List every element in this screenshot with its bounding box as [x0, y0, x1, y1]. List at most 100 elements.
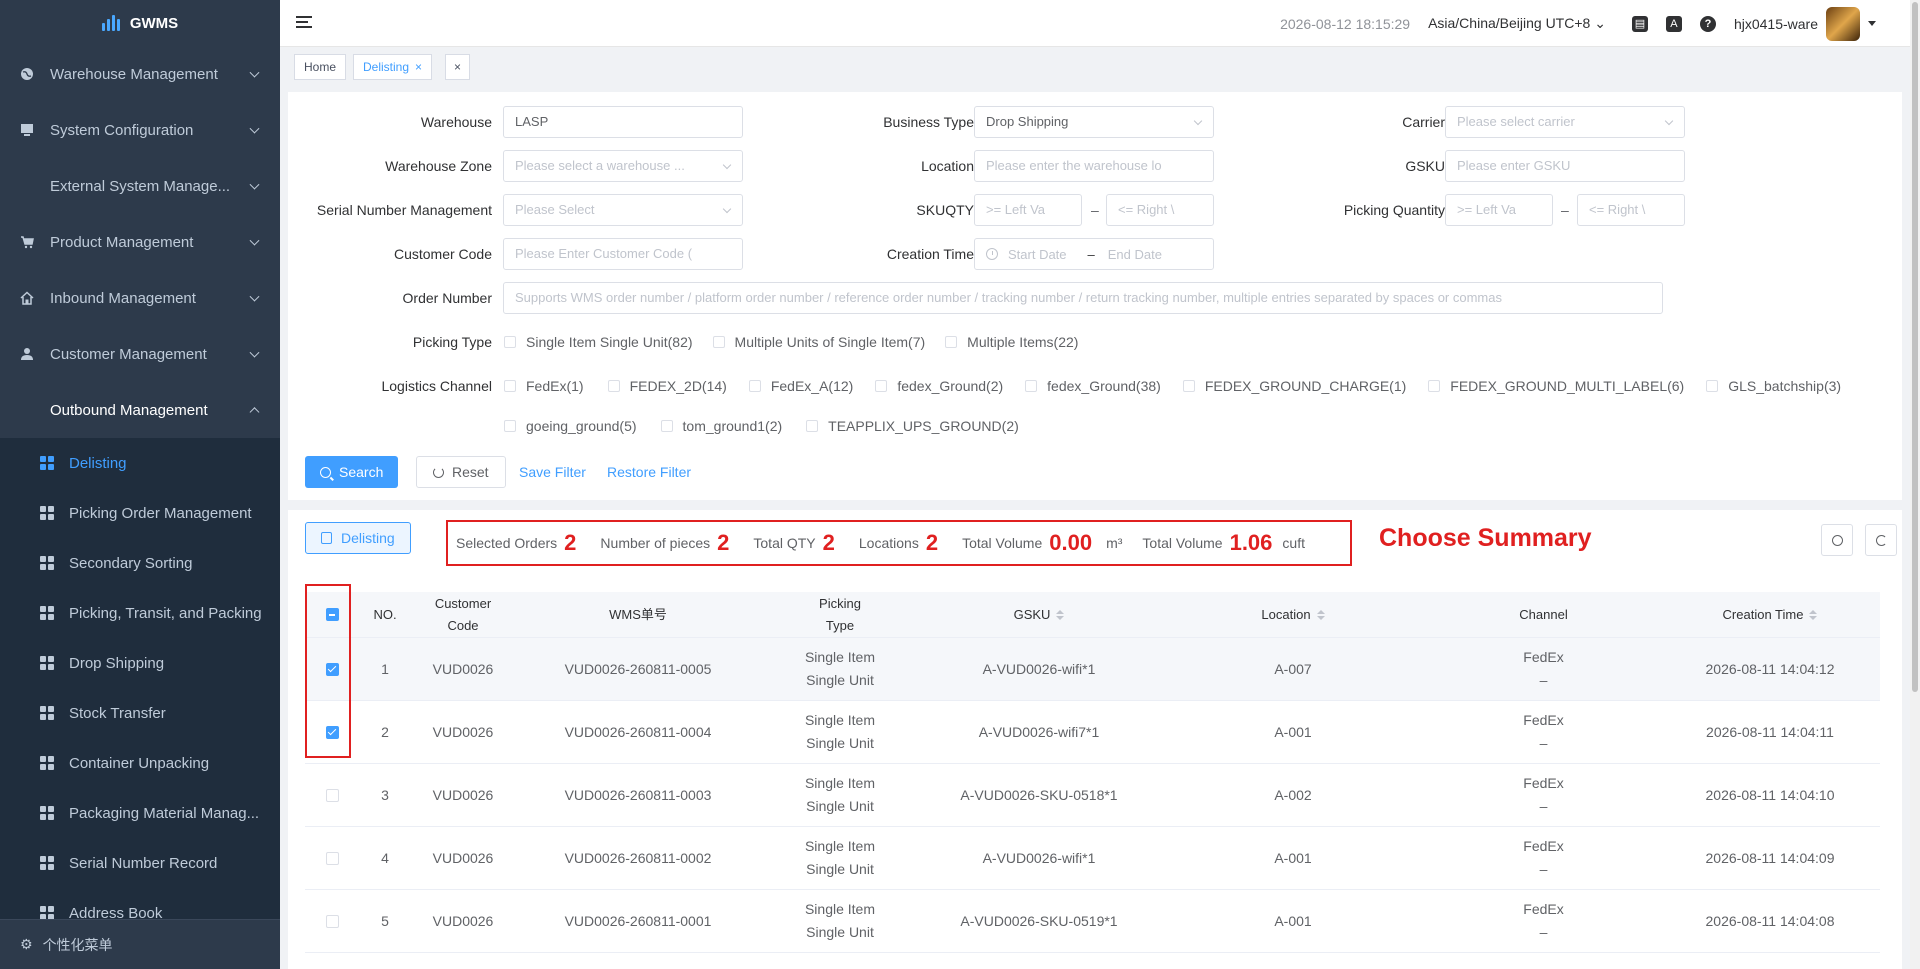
table-row[interactable]: 1 VUD0026 VUD0026-260811-0005 Single Ite…: [305, 638, 1880, 701]
row-no: 3: [381, 786, 389, 803]
sub-item-drop-shipping[interactable]: Drop Shipping: [0, 638, 280, 688]
row-checkbox[interactable]: [325, 662, 339, 676]
skuqty-max-input[interactable]: <= Right \: [1106, 194, 1214, 226]
menu-product-management[interactable]: Product Management: [0, 214, 280, 270]
table-search-button[interactable]: [1821, 524, 1853, 556]
picking-type-multi-items[interactable]: Multiple Items(22): [945, 334, 1078, 350]
customer-code-input[interactable]: Please Enter Customer Code (: [503, 238, 743, 270]
gsku-input[interactable]: Please enter GSKU: [1445, 150, 1685, 182]
chevron-down-icon: [249, 347, 260, 358]
reset-button[interactable]: Reset: [416, 456, 506, 488]
row-checkbox[interactable]: [325, 914, 339, 928]
row-customer-code: VUD0026: [432, 786, 494, 803]
table-row[interactable]: 2 VUD0026 VUD0026-260811-0004 Single Ite…: [305, 701, 1880, 764]
channel-option[interactable]: goeing_ground(5): [504, 418, 637, 434]
close-icon: ×: [454, 60, 462, 74]
sub-item-picking-order[interactable]: Picking Order Management: [0, 488, 280, 538]
channel-option[interactable]: FedEx_A(12): [748, 378, 853, 394]
col-gsku[interactable]: GSKU: [919, 592, 1159, 637]
sub-item-packaging-material[interactable]: Packaging Material Manag...: [0, 788, 280, 838]
channel-option[interactable]: FEDEX_2D(14): [607, 378, 727, 394]
business-type-select[interactable]: Drop Shipping: [974, 106, 1214, 138]
table-row[interactable]: 3 VUD0026 VUD0026-260811-0003 Single Ite…: [305, 764, 1880, 827]
range-separator: –: [1091, 202, 1099, 218]
warehouse-input[interactable]: LASP: [503, 106, 743, 138]
page-scrollbar[interactable]: [1910, 0, 1920, 969]
translate-icon[interactable]: A: [1665, 15, 1682, 32]
row-gsku: A-VUD0026-SKU-0518*1: [960, 786, 1118, 803]
sort-icon: [1809, 609, 1818, 620]
table-row[interactable]: 4 VUD0026 VUD0026-260811-0002 Single Ite…: [305, 827, 1880, 890]
select-all-checkbox[interactable]: [325, 608, 339, 621]
caret-down-icon[interactable]: [1868, 21, 1876, 26]
sub-item-serial-number-record[interactable]: Serial Number Record: [0, 838, 280, 888]
order-number-input[interactable]: Supports WMS order number / platform ord…: [503, 282, 1663, 314]
channel-option[interactable]: FEDEX_GROUND_MULTI_LABEL(6): [1428, 378, 1684, 394]
header: 2026-08-12 18:15:29 Asia/China/Beijing U…: [280, 0, 1920, 47]
logo[interactable]: GWMS: [0, 0, 280, 46]
channel-option[interactable]: fedex_Ground(2): [875, 378, 1003, 394]
help-icon[interactable]: ?: [1699, 15, 1716, 32]
apps-icon: [40, 756, 54, 770]
apps-icon: [40, 706, 54, 720]
picking-type-multi-units[interactable]: Multiple Units of Single Item(7): [712, 334, 925, 350]
personalized-menu[interactable]: ⚙ 个性化菜单: [0, 919, 280, 969]
chevron-down-icon: [1664, 116, 1674, 126]
avatar[interactable]: [1826, 6, 1860, 41]
row-channel: FedEx –: [1523, 901, 1564, 940]
menu-external-system[interactable]: External System Manage...: [0, 158, 280, 214]
carrier-select[interactable]: Please select carrier: [1445, 106, 1685, 138]
search-button[interactable]: Search: [305, 456, 399, 488]
menu-customer-management[interactable]: Customer Management: [0, 326, 280, 382]
channel-option[interactable]: FedEx(1): [504, 378, 584, 394]
menu-system-configuration[interactable]: System Configuration: [0, 102, 280, 158]
picking-qty-max-input[interactable]: <= Right \: [1577, 194, 1685, 226]
table-row[interactable]: 5 VUD0026 VUD0026-260811-0001 Single Ite…: [305, 890, 1880, 953]
sub-item-delisting[interactable]: Delisting: [0, 438, 280, 488]
close-all-tabs-button[interactable]: ×: [445, 54, 471, 80]
restore-filter-button[interactable]: Restore Filter: [607, 456, 691, 488]
col-location[interactable]: Location: [1159, 592, 1427, 637]
chevron-down-icon: [722, 160, 732, 170]
locations-value: 2: [925, 530, 939, 555]
channel-option[interactable]: tom_ground1(2): [660, 418, 782, 434]
row-gsku: A-VUD0026-SKU-0519*1: [960, 912, 1118, 929]
message-icon[interactable]: ▤: [1631, 15, 1648, 32]
row-no: 1: [381, 660, 389, 677]
row-checkbox[interactable]: [325, 851, 339, 865]
channel-option[interactable]: FEDEX_GROUND_CHARGE(1): [1182, 378, 1406, 394]
sub-item-secondary-sorting[interactable]: Secondary Sorting: [0, 538, 280, 588]
table-refresh-button[interactable]: [1865, 524, 1897, 556]
delisting-button[interactable]: Delisting: [305, 522, 411, 554]
sub-item-container-unpacking[interactable]: Container Unpacking: [0, 738, 280, 788]
picking-type-single-single[interactable]: Single Item Single Unit(82): [504, 334, 693, 350]
col-creation-time[interactable]: Creation Time: [1660, 592, 1880, 637]
close-icon[interactable]: ×: [415, 60, 422, 74]
channel-option[interactable]: fedex_Ground(38): [1025, 378, 1161, 394]
warehouse-zone-select[interactable]: Please select a warehouse ...: [503, 150, 743, 182]
skuqty-min-input[interactable]: >= Left Va: [974, 194, 1082, 226]
row-customer-code: VUD0026: [432, 660, 494, 677]
sub-item-stock-transfer[interactable]: Stock Transfer: [0, 688, 280, 738]
timezone-select[interactable]: Asia/China/Beijing UTC+8 ⌄: [1428, 15, 1606, 32]
tab-home[interactable]: Home: [294, 54, 347, 80]
logistics-channel-options-row2: goeing_ground(5) tom_ground1(2) TEAPPLIX…: [504, 410, 1035, 442]
menu-outbound-management[interactable]: Outbound Management: [0, 382, 280, 438]
creation-time-range[interactable]: Start Date – End Date: [974, 238, 1214, 270]
picking-qty-min-input[interactable]: >= Left Va: [1445, 194, 1553, 226]
picking-type-options: Single Item Single Unit(82) Multiple Uni…: [504, 326, 1094, 358]
save-filter-button[interactable]: Save Filter: [519, 456, 586, 488]
row-checkbox[interactable]: [325, 788, 339, 802]
sub-item-picking-transit-packing[interactable]: Picking, Transit, and Packing: [0, 588, 280, 638]
serial-number-select[interactable]: Please Select: [503, 194, 743, 226]
username[interactable]: hjx0415-ware: [1734, 16, 1818, 32]
menu-warehouse-management[interactable]: Warehouse Management: [0, 46, 280, 102]
filter-panel: Warehouse LASP Business Type Drop Shippi…: [288, 92, 1902, 500]
location-input[interactable]: Please enter the warehouse lo: [974, 150, 1214, 182]
menu-inbound-management[interactable]: Inbound Management: [0, 270, 280, 326]
channel-option[interactable]: TEAPPLIX_UPS_GROUND(2): [806, 418, 1019, 434]
tab-delisting[interactable]: Delisting ×: [353, 54, 433, 80]
menu-toggle-icon[interactable]: [296, 16, 312, 30]
channel-option[interactable]: GLS_batchship(3): [1706, 378, 1841, 394]
row-checkbox[interactable]: [325, 725, 339, 739]
